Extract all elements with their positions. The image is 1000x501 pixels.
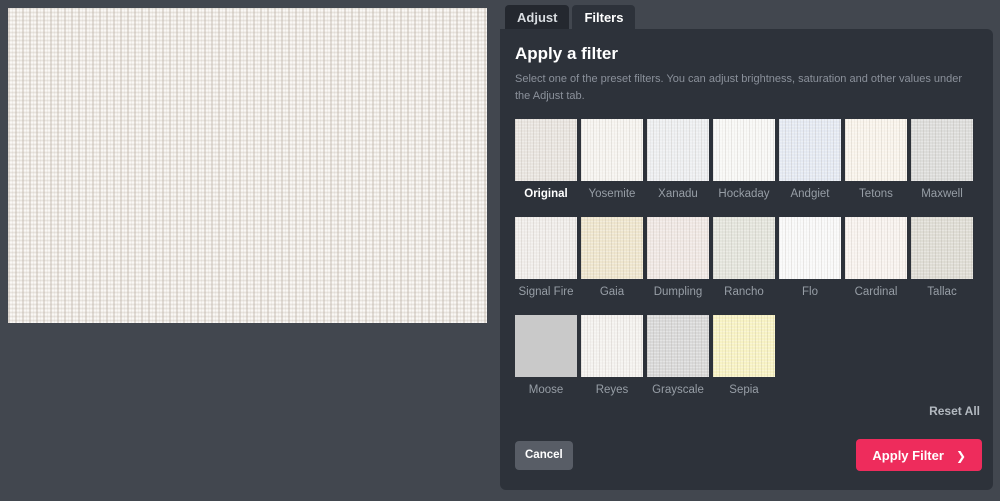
filter-label: Hockaday — [713, 188, 775, 200]
filter-label: Maxwell — [911, 188, 973, 200]
filter-label: Grayscale — [647, 384, 709, 396]
filter-thumbnail[interactable] — [779, 217, 841, 279]
filter-item-grayscale[interactable]: Grayscale — [647, 315, 709, 396]
filter-thumbnail[interactable] — [713, 217, 775, 279]
filter-thumbnail[interactable] — [713, 119, 775, 181]
filter-thumbnail[interactable] — [515, 217, 577, 279]
filter-item-moose[interactable]: Moose — [515, 315, 577, 396]
filter-thumbnail[interactable] — [647, 119, 709, 181]
filter-item-gaia[interactable]: Gaia — [581, 217, 643, 298]
filter-thumbnail[interactable] — [581, 119, 643, 181]
filter-thumbnail[interactable] — [911, 217, 973, 279]
filter-label: Cardinal — [845, 286, 907, 298]
filter-thumbnail[interactable] — [515, 119, 577, 181]
filter-label: Sepia — [713, 384, 775, 396]
filter-item-andgiet[interactable]: Andgiet — [779, 119, 841, 200]
filter-item-tallac[interactable]: Tallac — [911, 217, 973, 298]
tab-adjust[interactable]: Adjust — [505, 5, 569, 29]
page-title: Apply a filter — [515, 44, 982, 64]
filter-item-rancho[interactable]: Rancho — [713, 217, 775, 298]
filter-item-sepia[interactable]: Sepia — [713, 315, 775, 396]
filter-label: Flo — [779, 286, 841, 298]
filter-item-dumpling[interactable]: Dumpling — [647, 217, 709, 298]
filter-item-signal-fire[interactable]: Signal Fire — [515, 217, 577, 298]
filter-thumbnail[interactable] — [647, 217, 709, 279]
filter-label: Tetons — [845, 188, 907, 200]
filter-thumbnail[interactable] — [911, 119, 973, 181]
filter-label: Gaia — [581, 286, 643, 298]
reset-all-link[interactable]: Reset All — [929, 404, 980, 418]
filter-thumbnail[interactable] — [581, 217, 643, 279]
filter-item-flo[interactable]: Flo — [779, 217, 841, 298]
filter-item-tetons[interactable]: Tetons — [845, 119, 907, 200]
filter-label: Andgiet — [779, 188, 841, 200]
filter-thumbnail[interactable] — [845, 119, 907, 181]
filter-thumbnail[interactable] — [515, 315, 577, 377]
filter-thumbnail[interactable] — [779, 119, 841, 181]
filter-thumbnail[interactable] — [845, 217, 907, 279]
filter-thumbnail[interactable] — [581, 315, 643, 377]
filter-label: Yosemite — [581, 188, 643, 200]
filter-item-hockaday[interactable]: Hockaday — [713, 119, 775, 200]
filter-label: Moose — [515, 384, 577, 396]
filter-label: Reyes — [581, 384, 643, 396]
cancel-button[interactable]: Cancel — [515, 441, 573, 470]
apply-filter-button[interactable]: Apply Filter ❯ — [856, 439, 982, 471]
filter-item-original[interactable]: Original — [515, 119, 577, 200]
filter-thumbnail[interactable] — [713, 315, 775, 377]
chevron-right-icon: ❯ — [956, 449, 966, 463]
panel-tabs: Adjust Filters — [505, 5, 635, 29]
panel-description: Select one of the preset filters. You ca… — [515, 71, 975, 104]
filters-panel: Apply a filter Select one of the preset … — [500, 29, 993, 490]
filter-grid: Original Yosemite Xanadu Hockaday Andgiet Tet… — [515, 119, 982, 396]
panel-footer: Cancel Apply Filter ❯ — [515, 439, 982, 471]
filter-label: Original — [515, 188, 577, 200]
apply-filter-label: Apply Filter — [872, 448, 944, 463]
filter-label: Xanadu — [647, 188, 709, 200]
filter-item-reyes[interactable]: Reyes — [581, 315, 643, 396]
filter-label: Rancho — [713, 286, 775, 298]
filter-label: Tallac — [911, 286, 973, 298]
filter-item-cardinal[interactable]: Cardinal — [845, 217, 907, 298]
tab-filters[interactable]: Filters — [572, 5, 635, 29]
filter-item-maxwell[interactable]: Maxwell — [911, 119, 973, 200]
filter-thumbnail[interactable] — [647, 315, 709, 377]
filter-item-xanadu[interactable]: Xanadu — [647, 119, 709, 200]
filter-label: Signal Fire — [515, 286, 577, 298]
canvas-preview-image — [8, 8, 487, 323]
filter-label: Dumpling — [647, 286, 709, 298]
filter-item-yosemite[interactable]: Yosemite — [581, 119, 643, 200]
